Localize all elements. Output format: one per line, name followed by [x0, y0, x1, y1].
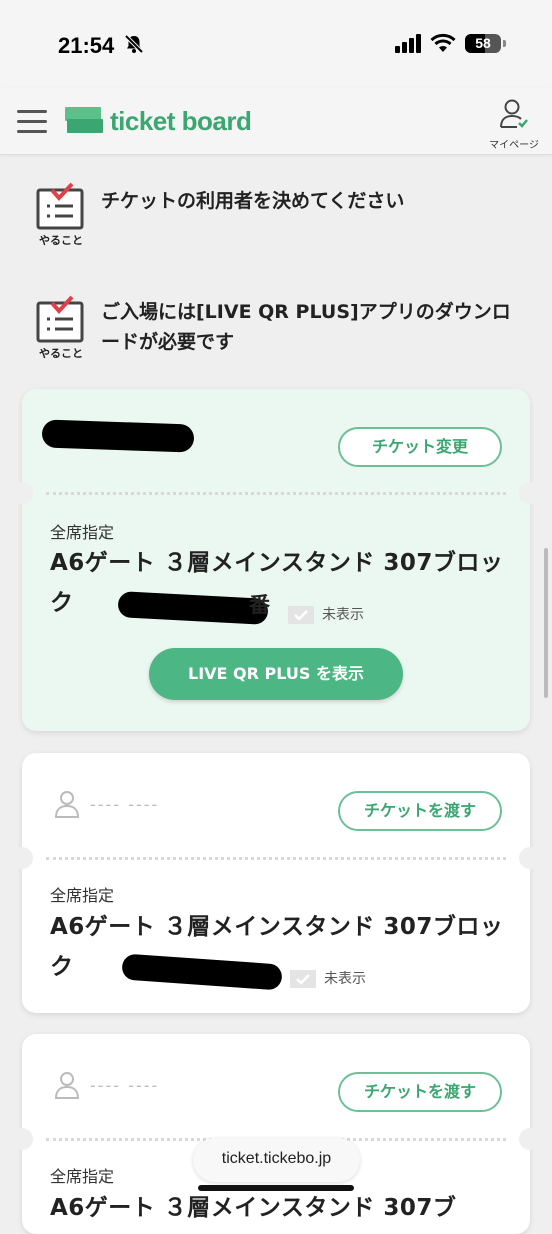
battery-tip	[503, 40, 506, 47]
ticket-notch-left	[11, 847, 33, 869]
display-status: 未表示	[290, 968, 366, 988]
ticket-card: ---- ---- チケットを渡す 全席指定 A6ゲート ３層メインスタンド 3…	[11, 1034, 541, 1234]
mypage-label: マイページ	[489, 140, 539, 151]
scrollbar[interactable]	[544, 548, 548, 698]
ticket-notch-left	[11, 1128, 33, 1150]
app-header: ticket board マイページ	[0, 88, 552, 155]
user-icon	[54, 1072, 80, 1099]
cellular-signal-icon	[395, 33, 423, 57]
home-indicator[interactable]	[198, 1185, 354, 1191]
status-time: 21:54	[58, 33, 115, 58]
bell-muted-icon	[124, 34, 144, 58]
todo-text: ご入場には[LIVE QR PLUS]アプリのダウンロードが必要です	[101, 301, 511, 353]
user-name-placeholder: ---- ----	[90, 795, 160, 814]
seat-type: 全席指定	[50, 1167, 115, 1186]
todo-item[interactable]: やること チケットの利用者を決めてください	[34, 180, 524, 260]
redacted-user-name	[41, 419, 195, 453]
change-ticket-button[interactable]: チケット変更	[338, 427, 502, 467]
todo-text: チケットの利用者を決めてください	[101, 190, 405, 212]
ticket-user-row: ---- ----	[54, 1070, 157, 1104]
ticket-notch-right	[519, 482, 541, 504]
display-status: 未表示	[288, 604, 364, 624]
ticket-board-logo-icon	[65, 107, 103, 135]
status-bar: 21:54 58	[0, 0, 552, 88]
user-name-placeholder: ---- ----	[90, 1076, 160, 1095]
display-status-label: 未表示	[324, 971, 366, 987]
ticket-card: ---- ---- チケットを渡す 全席指定 A6ゲート ３層メインスタンド 3…	[11, 753, 541, 1013]
display-status-label: 未表示	[322, 607, 364, 623]
ticket-notch-left	[11, 482, 33, 504]
todo-item[interactable]: やること ご入場には[LIVE QR PLUS]アプリのダウンロードが必要です	[34, 293, 524, 373]
show-live-qr-plus-button[interactable]: LIVE QR PLUS を表示	[149, 648, 403, 700]
check-icon	[290, 970, 316, 988]
ticket-perforation	[46, 857, 506, 860]
transfer-ticket-button[interactable]: チケットを渡す	[338, 1072, 502, 1112]
wifi-icon	[430, 33, 456, 57]
mypage-button[interactable]: マイページ	[484, 98, 544, 151]
ticket-card: チケット変更 全席指定 A6ゲート ３層メインスタンド 307ブロック 番 未表…	[11, 389, 541, 731]
check-icon	[288, 606, 314, 624]
seat-type: 全席指定	[50, 523, 115, 542]
ticket-user-row: ---- ----	[54, 789, 157, 823]
ticket-notch-right	[519, 1128, 541, 1150]
browser-url-bar[interactable]: ticket.tickebo.jp	[193, 1138, 360, 1182]
ticket-notch-right	[519, 847, 541, 869]
user-check-icon	[500, 99, 528, 128]
todo-label: やること	[39, 347, 83, 360]
ticket-perforation	[46, 492, 506, 495]
transfer-ticket-button[interactable]: チケットを渡す	[338, 791, 502, 831]
app-logo-text[interactable]: ticket board	[110, 106, 252, 137]
hamburger-menu-button[interactable]	[17, 110, 47, 134]
seat-number-suffix: 番	[249, 593, 270, 617]
battery-indicator: 58	[465, 34, 501, 53]
seat-type: 全席指定	[50, 886, 115, 905]
user-icon	[54, 791, 80, 818]
seat-name: A6ゲート ３層メインスタンド 307ブ	[50, 1195, 457, 1221]
todo-label: やること	[39, 234, 83, 247]
